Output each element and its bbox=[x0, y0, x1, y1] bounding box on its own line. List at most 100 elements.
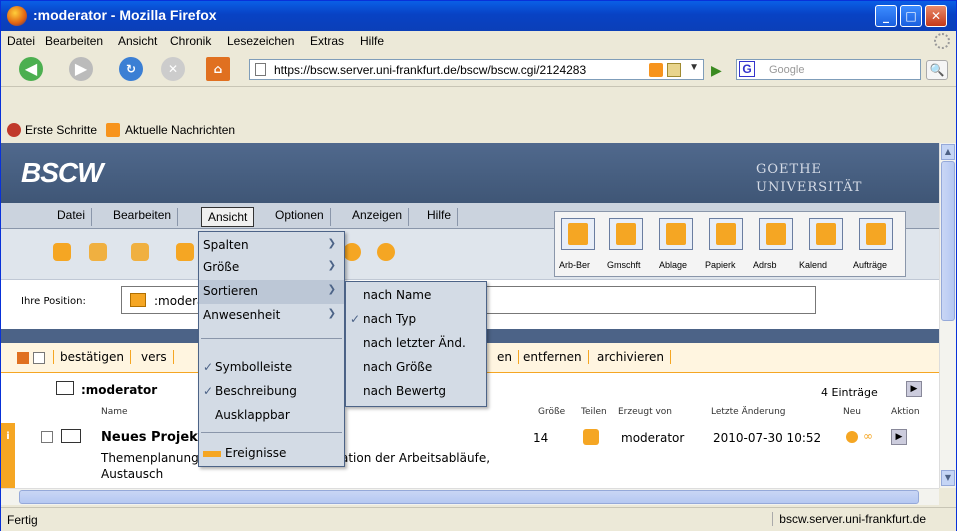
label-arb-ber[interactable]: Arb-Ber bbox=[559, 260, 590, 270]
search-icon[interactable]: 🔍 bbox=[926, 60, 948, 80]
papierkorb-icon[interactable] bbox=[709, 218, 743, 250]
new-event-icon[interactable] bbox=[846, 431, 858, 443]
back-icon[interactable]: ◀ bbox=[19, 57, 43, 81]
menuitem-symbolleiste[interactable]: ✓ Symbolleiste bbox=[199, 356, 344, 380]
bscw-menu-datei[interactable]: Datei bbox=[51, 208, 93, 226]
info-marker[interactable]: i bbox=[1, 423, 15, 488]
menuitem-ereignisse[interactable]: Ereignisse bbox=[199, 442, 344, 466]
vertical-scrollbar[interactable]: ▲ ▼ bbox=[939, 143, 956, 488]
bookmark-aktuelle-nachrichten[interactable]: Aktuelle Nachrichten bbox=[125, 123, 235, 137]
select-none-icon[interactable] bbox=[33, 352, 45, 364]
menuitem-beschreibung[interactable]: ✓ Beschreibung bbox=[199, 380, 344, 404]
sort-by-type-label: nach Typ bbox=[363, 312, 417, 326]
maximize-button[interactable]: □ bbox=[900, 5, 922, 27]
horizontal-scrollbar[interactable] bbox=[1, 488, 939, 505]
stop-icon[interactable]: ✕ bbox=[161, 57, 185, 81]
rss-icon[interactable] bbox=[649, 63, 663, 77]
select-all-icon[interactable] bbox=[17, 352, 29, 364]
reload-icon[interactable]: ↻ bbox=[119, 57, 143, 81]
bookmark-erste-schritte[interactable]: Erste Schritte bbox=[25, 123, 97, 137]
col-name[interactable]: Name bbox=[101, 407, 128, 417]
menu-separator bbox=[201, 338, 342, 339]
menuitem-anwesenheit[interactable]: Anwesenheit ❯ bbox=[199, 304, 344, 328]
sort-by-size[interactable]: nach Größe bbox=[346, 356, 486, 380]
action-partial[interactable]: en bbox=[491, 350, 519, 364]
share-tool-icon[interactable] bbox=[176, 243, 194, 261]
home-position-icon[interactable] bbox=[130, 293, 146, 307]
row-action-icon[interactable]: ▶ bbox=[891, 429, 907, 445]
bscw-logo[interactable]: BSCW bbox=[21, 157, 104, 189]
menu-bearbeiten[interactable]: Bearbeiten bbox=[45, 34, 103, 48]
google-icon[interactable]: G bbox=[739, 61, 755, 77]
hscroll-thumb[interactable] bbox=[19, 490, 919, 504]
menuitem-groesse-label: Größe bbox=[203, 260, 240, 274]
forward-icon[interactable]: ▶ bbox=[69, 57, 93, 81]
go-icon[interactable]: ▶ bbox=[711, 63, 722, 79]
label-adrsb[interactable]: Adrsb bbox=[753, 260, 777, 270]
col-modified[interactable]: Letzte Änderung bbox=[711, 407, 786, 417]
url-bar[interactable]: https://bscw.server.uni-frankfurt.de/bsc… bbox=[249, 59, 704, 80]
action-versenden[interactable]: vers bbox=[135, 350, 174, 364]
label-gmschft[interactable]: Gmschft bbox=[607, 260, 641, 270]
menuitem-spalten[interactable]: Spalten ❯ bbox=[199, 234, 344, 258]
refresh-tool-icon[interactable] bbox=[343, 243, 361, 261]
minimize-button[interactable]: _ bbox=[875, 5, 897, 27]
row-creator[interactable]: moderator bbox=[621, 431, 684, 445]
col-new[interactable]: Neu bbox=[843, 407, 861, 417]
menu-lesezeichen[interactable]: Lesezeichen bbox=[227, 34, 294, 48]
url-dropdown-icon[interactable]: ▼ bbox=[689, 62, 699, 73]
share-icon[interactable] bbox=[583, 429, 599, 445]
arb-ber-icon[interactable] bbox=[561, 218, 595, 250]
col-share[interactable]: Teilen bbox=[581, 407, 607, 417]
home-icon[interactable]: ⌂ bbox=[206, 57, 230, 81]
table-row[interactable]: i Neues Projekt 14 moderator 2010-07-30 … bbox=[1, 423, 939, 488]
glasses-icon[interactable]: ∞ bbox=[863, 429, 873, 443]
label-papierk[interactable]: Papierk bbox=[705, 260, 736, 270]
info-tool-icon[interactable] bbox=[53, 243, 71, 261]
keys-tool-icon[interactable] bbox=[131, 243, 149, 261]
menu-hilfe[interactable]: Hilfe bbox=[360, 34, 384, 48]
col-size[interactable]: Größe bbox=[538, 407, 565, 417]
menu-datei[interactable]: Datei bbox=[7, 34, 35, 48]
menuitem-sortieren[interactable]: Sortieren ❯ bbox=[199, 280, 344, 304]
bscw-menu-optionen[interactable]: Optionen bbox=[269, 208, 331, 226]
scroll-thumb[interactable] bbox=[941, 161, 955, 321]
row-checkbox[interactable] bbox=[41, 431, 53, 443]
sort-by-type[interactable]: ✓ nach Typ bbox=[346, 308, 486, 332]
menu-ansicht[interactable]: Ansicht bbox=[118, 34, 157, 48]
search-box[interactable]: G Google 🔍 bbox=[736, 59, 948, 80]
bscw-menu-bearbeiten[interactable]: Bearbeiten bbox=[107, 208, 179, 226]
lock-icon[interactable] bbox=[667, 63, 681, 77]
col-created-by[interactable]: Erzeugt von bbox=[618, 407, 672, 417]
action-archivieren[interactable]: archivieren bbox=[591, 350, 672, 364]
adressbuch-icon[interactable] bbox=[759, 218, 793, 250]
ablage-icon[interactable] bbox=[659, 218, 693, 250]
row-title[interactable]: Neues Projekt bbox=[101, 430, 204, 445]
label-kalend[interactable]: Kalend bbox=[799, 260, 827, 270]
label-auftraege[interactable]: Aufträge bbox=[853, 260, 887, 270]
auftraege-icon[interactable] bbox=[859, 218, 893, 250]
gemeinschaft-icon[interactable] bbox=[609, 218, 643, 250]
kalender-icon[interactable] bbox=[809, 218, 843, 250]
expand-icon[interactable]: ▶ bbox=[906, 381, 922, 397]
sync-tool-icon[interactable] bbox=[377, 243, 395, 261]
label-ablage[interactable]: Ablage bbox=[659, 260, 687, 270]
col-action[interactable]: Aktion bbox=[891, 407, 920, 417]
action-entfernen[interactable]: entfernen bbox=[517, 350, 589, 364]
menuitem-groesse[interactable]: Größe ❯ bbox=[199, 256, 344, 280]
action-bestaetigen[interactable]: bestätigen bbox=[53, 350, 131, 364]
bscw-menu-anzeigen[interactable]: Anzeigen bbox=[346, 208, 410, 226]
menu-chronik[interactable]: Chronik bbox=[170, 34, 211, 48]
sort-by-rating[interactable]: nach Bewertg bbox=[346, 380, 486, 404]
status-text: Fertig bbox=[7, 513, 38, 527]
menu-extras[interactable]: Extras bbox=[310, 34, 344, 48]
sort-by-last-change[interactable]: nach letzter Änd. bbox=[346, 332, 486, 356]
sort-by-name[interactable]: nach Name bbox=[346, 284, 486, 308]
bscw-menu-ansicht[interactable]: Ansicht bbox=[201, 207, 255, 227]
close-button[interactable]: ✕ bbox=[925, 5, 947, 27]
scroll-up-icon[interactable]: ▲ bbox=[941, 144, 955, 160]
bscw-menu-hilfe[interactable]: Hilfe bbox=[421, 208, 459, 226]
menuitem-ausklappbar[interactable]: Ausklappbar bbox=[199, 404, 344, 428]
key-tool-icon[interactable] bbox=[89, 243, 107, 261]
scroll-down-icon[interactable]: ▼ bbox=[941, 470, 955, 486]
